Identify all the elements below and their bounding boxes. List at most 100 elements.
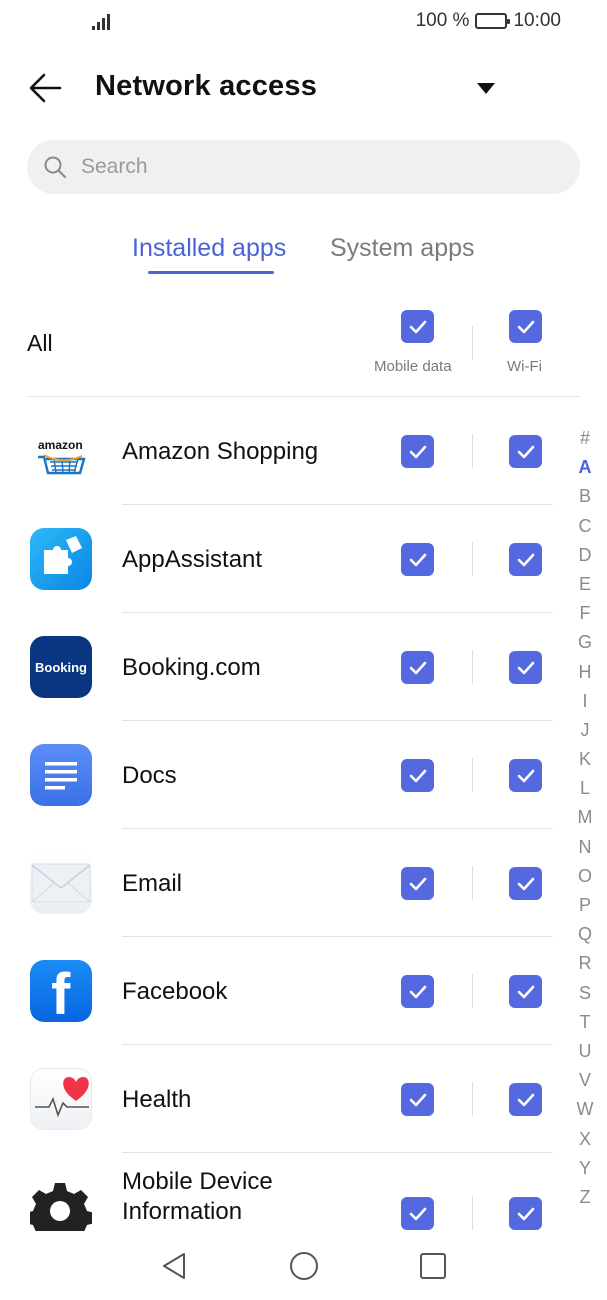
mobile-data-checkbox[interactable]: [401, 759, 434, 792]
app-row-mobile-device-information[interactable]: Mobile Device Information: [0, 1153, 560, 1231]
wifi-checkbox[interactable]: [509, 435, 542, 468]
back-arrow-icon: [29, 73, 62, 103]
wifi-checkbox[interactable]: [509, 651, 542, 684]
checkmark-icon: [409, 1207, 426, 1220]
alphabet-index[interactable]: # A B C D E F G H I J K L M N O P Q R S T U V W X Y Z: [572, 424, 598, 1212]
index-letter[interactable]: X: [572, 1125, 598, 1154]
index-letter[interactable]: O: [572, 862, 598, 891]
mobile-data-checkbox[interactable]: [401, 1083, 434, 1116]
nav-back-button[interactable]: [156, 1248, 192, 1284]
index-letter[interactable]: E: [572, 570, 598, 599]
index-letter[interactable]: H: [572, 658, 598, 687]
index-letter[interactable]: C: [572, 512, 598, 541]
index-letter[interactable]: V: [572, 1066, 598, 1095]
app-assistant-icon: [30, 528, 92, 590]
index-letter[interactable]: Z: [572, 1183, 598, 1212]
column-divider: [472, 326, 473, 360]
mobile-data-column-label: Mobile data: [374, 358, 452, 375]
wifi-checkbox[interactable]: [509, 975, 542, 1008]
circle-home-icon: [290, 1252, 318, 1280]
index-letter[interactable]: U: [572, 1037, 598, 1066]
app-row-email[interactable]: Email: [0, 829, 560, 937]
back-button[interactable]: [26, 68, 66, 108]
gear-icon: [25, 1179, 95, 1231]
tab-bar: Installed apps System apps: [0, 226, 607, 282]
mobile-data-checkbox[interactable]: [401, 543, 434, 576]
checkmark-icon: [517, 553, 534, 566]
health-icon: [30, 1068, 92, 1130]
search-input[interactable]: [81, 155, 521, 179]
wifi-checkbox[interactable]: [509, 867, 542, 900]
all-mobile-data-checkbox[interactable]: [401, 310, 434, 343]
index-letter[interactable]: A: [572, 453, 598, 482]
index-letter[interactable]: G: [572, 628, 598, 657]
booking-icon: Booking: [30, 636, 92, 698]
triangle-back-icon: [163, 1253, 185, 1279]
column-divider: [472, 542, 473, 576]
app-name-line-2: Information: [122, 1198, 243, 1225]
index-letter[interactable]: L: [572, 774, 598, 803]
header: Network access: [0, 58, 607, 118]
index-letter[interactable]: S: [572, 979, 598, 1008]
checkmark-icon: [517, 1093, 534, 1106]
checkmark-icon: [517, 985, 534, 998]
app-list[interactable]: amazon Amazon Shopping AppAssistant Book…: [0, 397, 560, 1231]
column-divider: [472, 434, 473, 468]
search-icon: [44, 156, 66, 178]
index-letter[interactable]: T: [572, 1008, 598, 1037]
checkmark-icon: [517, 320, 534, 333]
nav-recents-button[interactable]: [415, 1248, 451, 1284]
app-row-amazon-shopping[interactable]: amazon Amazon Shopping: [0, 397, 560, 505]
checkmark-icon: [409, 553, 426, 566]
index-letter[interactable]: J: [572, 716, 598, 745]
app-name: Facebook: [122, 978, 228, 1005]
mobile-data-checkbox[interactable]: [401, 651, 434, 684]
index-letter[interactable]: K: [572, 745, 598, 774]
column-divider: [472, 650, 473, 684]
mobile-data-checkbox[interactable]: [401, 435, 434, 468]
app-name: Docs: [122, 762, 177, 789]
index-letter[interactable]: Y: [572, 1154, 598, 1183]
index-letter[interactable]: W: [572, 1095, 598, 1124]
search-bar[interactable]: [27, 140, 580, 194]
index-letter[interactable]: #: [572, 424, 598, 453]
app-row-booking[interactable]: Booking Booking.com: [0, 613, 560, 721]
app-row-appassistant[interactable]: AppAssistant: [0, 505, 560, 613]
app-name: Booking.com: [122, 654, 261, 681]
app-row-facebook[interactable]: f Facebook: [0, 937, 560, 1045]
app-name: AppAssistant: [122, 546, 263, 573]
checkmark-icon: [409, 320, 426, 333]
wifi-checkbox[interactable]: [509, 543, 542, 576]
index-letter[interactable]: N: [572, 833, 598, 862]
wifi-checkbox[interactable]: [509, 759, 542, 792]
page-title: Network access: [95, 70, 318, 102]
index-letter[interactable]: D: [572, 541, 598, 570]
tab-system-apps[interactable]: System apps: [330, 234, 475, 263]
index-letter[interactable]: Q: [572, 920, 598, 949]
checkmark-icon: [517, 1207, 534, 1220]
index-letter[interactable]: P: [572, 891, 598, 920]
mobile-data-checkbox[interactable]: [401, 867, 434, 900]
mobile-data-checkbox[interactable]: [401, 975, 434, 1008]
nav-home-button[interactable]: [286, 1248, 322, 1284]
tab-installed-apps[interactable]: Installed apps: [132, 234, 286, 263]
mobile-data-checkbox[interactable]: [401, 1197, 434, 1230]
index-letter[interactable]: I: [572, 687, 598, 716]
index-letter[interactable]: F: [572, 599, 598, 628]
app-name-line-1: Mobile Device: [122, 1168, 273, 1195]
index-letter[interactable]: M: [572, 803, 598, 832]
battery-icon: [475, 13, 511, 29]
app-row-docs[interactable]: Docs: [0, 721, 560, 829]
facebook-icon: f: [30, 960, 92, 1022]
triangle-down-icon: [477, 83, 495, 94]
column-divider: [472, 1196, 473, 1230]
wifi-checkbox[interactable]: [509, 1197, 542, 1230]
index-letter[interactable]: B: [572, 482, 598, 511]
checkmark-icon: [517, 877, 534, 890]
index-letter[interactable]: R: [572, 949, 598, 978]
wifi-checkbox[interactable]: [509, 1083, 542, 1116]
all-wifi-checkbox[interactable]: [509, 310, 542, 343]
app-row-health[interactable]: Health: [0, 1045, 560, 1153]
dropdown-button[interactable]: [474, 80, 498, 98]
checkmark-icon: [517, 661, 534, 674]
